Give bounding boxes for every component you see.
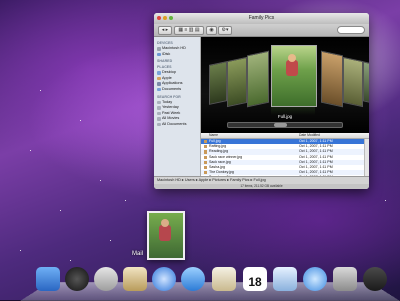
safari-icon[interactable] xyxy=(152,267,176,291)
status-bar: 17 items, 211.52 GB available xyxy=(154,184,369,189)
finder-content: Full.jpg Name Date Modified Full.jpg Oct … xyxy=(201,37,369,186)
jpeg-file-icon xyxy=(204,171,207,175)
address-book-icon[interactable] xyxy=(212,267,236,291)
sidebar-item-idisk[interactable]: iDisk xyxy=(154,52,200,58)
back-forward-button[interactable]: ◂ ▸ xyxy=(158,26,172,35)
column-header-date[interactable]: Date Modified xyxy=(299,133,320,138)
itunes-icon[interactable] xyxy=(303,267,327,291)
search-input[interactable] xyxy=(337,26,365,34)
clock-icon xyxy=(157,111,161,116)
photo-booth-icon[interactable] xyxy=(333,267,357,291)
sidebar-header-search: SEARCH FOR xyxy=(157,94,181,99)
window-titlebar[interactable]: Family Pics xyxy=(154,13,369,24)
finder-sidebar: DEVICES Macintosh HD iDisk SHARED PLACES… xyxy=(154,37,201,177)
hard-drive-icon xyxy=(157,47,161,51)
action-menu-button[interactable]: ⚙▾ xyxy=(218,26,232,35)
iphoto-icon[interactable] xyxy=(273,267,297,291)
jpeg-file-icon xyxy=(204,155,207,159)
zoom-button[interactable] xyxy=(169,16,173,20)
child-head xyxy=(161,219,169,227)
jpeg-file-icon xyxy=(204,145,207,149)
smart-folder-icon xyxy=(157,117,161,121)
close-button[interactable] xyxy=(157,16,161,20)
quick-look-button[interactable]: ◉ xyxy=(206,26,217,35)
finder-icon[interactable] xyxy=(36,267,60,291)
view-mode-buttons[interactable]: ▦ ≡ ▥ ▤ xyxy=(174,26,204,35)
cover-image[interactable] xyxy=(247,50,269,108)
sidebar-header-shared: SHARED xyxy=(157,59,173,64)
clock-icon xyxy=(157,100,161,105)
jpeg-file-icon xyxy=(204,150,207,154)
clock-icon xyxy=(157,106,161,110)
sidebar-item-all-documents[interactable]: All Documents xyxy=(154,122,200,128)
finder-window[interactable]: Family Pics ◂ ▸ ▦ ≡ ▥ ▤ ◉ ⚙▾ DEVICES Mac… xyxy=(154,13,369,189)
column-header-name[interactable]: Name xyxy=(209,133,218,138)
cover-flow-scroll-thumb[interactable] xyxy=(273,123,288,127)
window-toolbar: ◂ ▸ ▦ ≡ ▥ ▤ ◉ ⚙▾ xyxy=(154,24,369,37)
cover-image[interactable] xyxy=(343,56,363,108)
cover-image[interactable] xyxy=(321,50,343,108)
cover-flow-title: Full.jpg xyxy=(277,114,293,119)
window-title: Family Pics xyxy=(248,15,275,21)
child-figure xyxy=(286,60,298,76)
ichat-icon[interactable] xyxy=(181,267,205,291)
imovie-icon[interactable] xyxy=(363,267,387,291)
applications-icon xyxy=(157,82,161,86)
home-icon xyxy=(157,76,161,81)
cover-flow-scrollbar[interactable] xyxy=(227,122,343,128)
file-list: Name Date Modified Full.jpg Oct 1, 2007, … xyxy=(201,133,369,186)
dashboard-icon[interactable] xyxy=(65,267,89,291)
desktop-icon xyxy=(157,71,161,75)
cover-image[interactable] xyxy=(363,61,369,105)
sidebar-header-places: PLACES xyxy=(157,65,172,70)
sidebar-header-devices: DEVICES xyxy=(157,41,173,45)
child-figure xyxy=(159,225,171,241)
cover-flow-view[interactable]: Full.jpg xyxy=(201,37,369,133)
cover-image[interactable] xyxy=(209,61,227,105)
minimize-button[interactable] xyxy=(163,16,167,20)
dragged-photo[interactable] xyxy=(147,211,185,260)
folder-icon xyxy=(157,87,161,92)
cover-image-selected[interactable] xyxy=(271,45,317,107)
cover-image[interactable] xyxy=(227,56,247,108)
drag-destination-label: Mail xyxy=(132,251,144,257)
child-head xyxy=(288,54,296,62)
path-bar[interactable]: Macintosh HD ▸ Users ▸ Apple ▸ Pictures … xyxy=(154,176,369,184)
smart-folder-icon xyxy=(157,122,161,127)
idisk-icon xyxy=(157,52,161,57)
mail-icon[interactable] xyxy=(123,267,147,291)
jpeg-file-icon xyxy=(204,160,207,164)
jpeg-file-icon xyxy=(204,165,207,170)
list-scrollbar[interactable] xyxy=(364,139,369,177)
jpeg-file-icon xyxy=(204,140,207,144)
sidebar-item-documents[interactable]: Documents xyxy=(154,87,200,93)
ical-icon[interactable]: 18 xyxy=(243,267,267,291)
time-machine-icon[interactable] xyxy=(94,267,118,291)
